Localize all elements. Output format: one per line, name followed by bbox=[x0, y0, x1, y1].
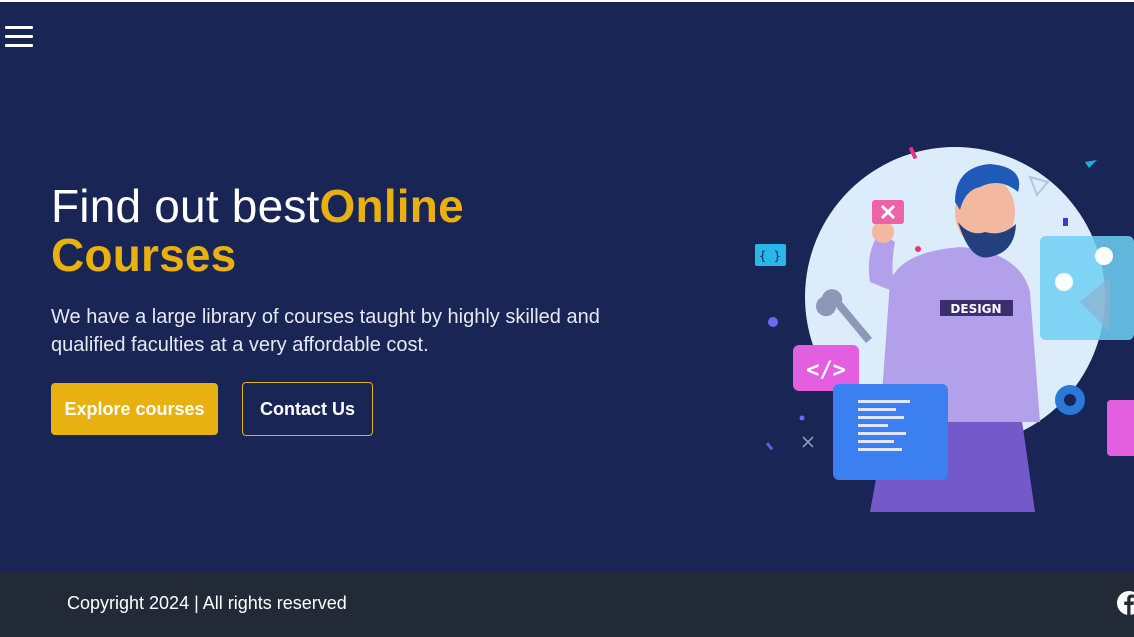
headline-highlight-online: Online bbox=[319, 180, 464, 232]
code-screen-card bbox=[833, 384, 948, 480]
code-brackets-icon: { } bbox=[755, 244, 786, 266]
close-icon bbox=[872, 200, 904, 224]
design-badge: DESIGN bbox=[950, 302, 1001, 316]
svg-text:</>: </> bbox=[806, 358, 846, 383]
hero-section: Find out bestOnline Courses We have a lar… bbox=[0, 2, 1134, 572]
hero-description: We have a large library of courses taugh… bbox=[51, 306, 600, 356]
contact-us-button[interactable]: Contact Us bbox=[242, 382, 373, 436]
hamburger-menu-icon[interactable] bbox=[5, 26, 33, 48]
footer: Copyright 2024 | All rights reserved bbox=[0, 572, 1134, 637]
play-icon bbox=[1040, 236, 1134, 340]
facebook-icon[interactable] bbox=[1116, 590, 1134, 616]
svg-text:{ }: { } bbox=[759, 249, 781, 263]
headline-prefix: Find out best bbox=[51, 180, 320, 232]
copyright-text: Copyright 2024 | All rights reserved bbox=[67, 593, 347, 613]
gear-icon bbox=[1055, 385, 1085, 415]
explore-courses-button[interactable]: Explore courses bbox=[51, 383, 218, 435]
hero-headline: Find out bestOnline Courses bbox=[51, 182, 464, 280]
hero-illustration: { } </> DESIGN bbox=[755, 146, 1134, 512]
headline-highlight-courses: Courses bbox=[51, 229, 237, 281]
